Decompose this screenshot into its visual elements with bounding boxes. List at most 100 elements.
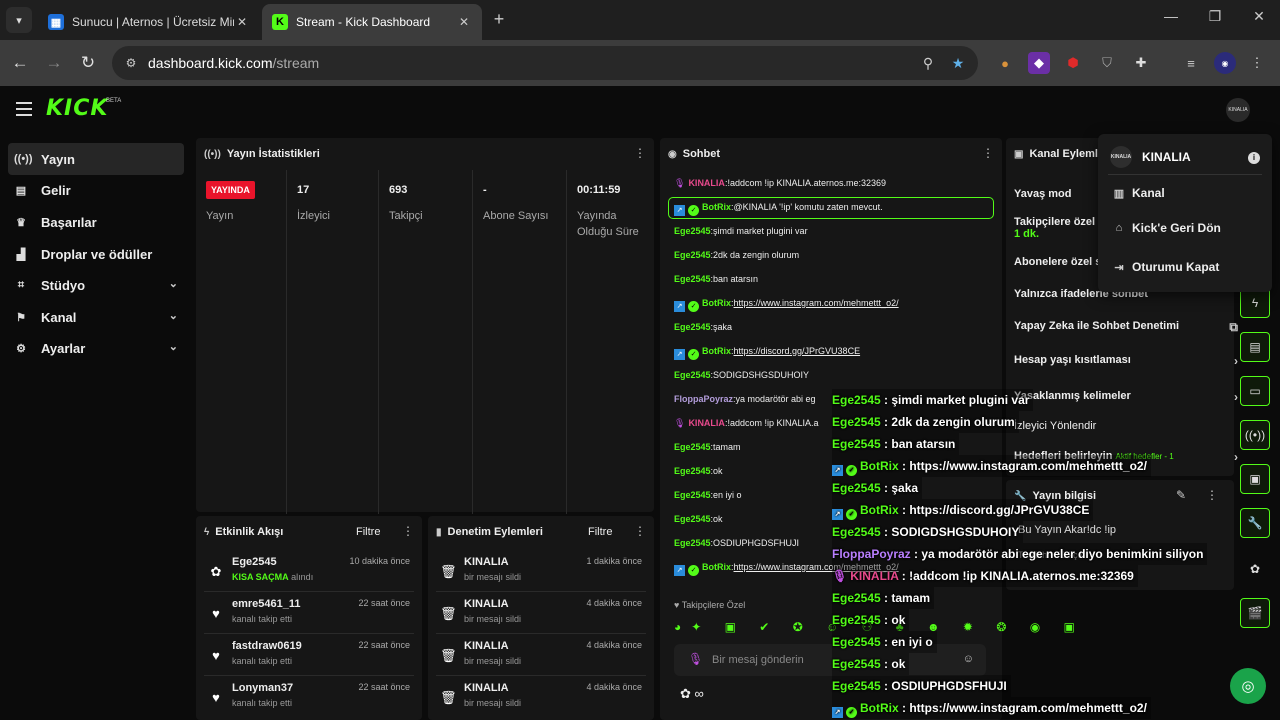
dropdown-header: KINALIA KINALIA bbox=[1110, 146, 1191, 168]
forward-button[interactable]: → bbox=[42, 51, 66, 75]
chevron-right-icon: › bbox=[1234, 354, 1238, 368]
tab-aternos[interactable]: ▦ Sunucu | Aternos | Ücretsiz Mine ✕ bbox=[38, 4, 260, 40]
notes-tool[interactable]: ▤ bbox=[1240, 332, 1270, 362]
restore-icon[interactable]: ❐ bbox=[1204, 8, 1226, 25]
top-bar: KICK BETA KINALIA bbox=[0, 86, 1280, 134]
kick-logo[interactable]: KICK bbox=[46, 96, 108, 121]
chat-message-input[interactable]: 🎙 Bir mesaj gönderin ☺ bbox=[674, 644, 986, 676]
profile-icon[interactable]: ◉ bbox=[1214, 52, 1236, 74]
setting-ai-moderation[interactable]: Yapay Zeka ile Sohbet Denetimi ⧉ bbox=[1014, 320, 1238, 334]
close-icon[interactable]: ✕ bbox=[234, 15, 250, 29]
back-button[interactable]: ← bbox=[8, 51, 32, 75]
sidebar-item-gelir[interactable]: ▤ Gelir bbox=[8, 174, 184, 206]
filter-button[interactable]: Filtre bbox=[588, 526, 612, 538]
bot-badge-icon: ↗ bbox=[832, 707, 843, 718]
zoom-icon[interactable]: ⚲ bbox=[918, 53, 938, 73]
heart-icon: ♥ bbox=[212, 690, 220, 705]
sidebar-item-yayin[interactable]: ((•)) Yayın bbox=[8, 143, 184, 175]
chat-message: Ege2545:ok bbox=[674, 514, 723, 524]
sidebar-item-droplar[interactable]: ▟ Droplar ve ödüller bbox=[8, 238, 184, 270]
sidebar: ((•)) Yayın ▤ Gelir ♛ Başarılar ▟ Droplar ve… bbox=[0, 134, 190, 720]
list-item: ♥ emre5461_11 kanalı takip etti 22 saat … bbox=[204, 592, 414, 634]
bookmark-star-icon[interactable]: ★ bbox=[948, 53, 968, 73]
filter-button[interactable]: Filtre bbox=[356, 526, 380, 538]
overlay-message: Ege2545 : tamam bbox=[832, 587, 935, 609]
verified-icon: ✓ bbox=[688, 205, 699, 216]
chat-message: 🎙 KINALIA:!addcom !ip KINALIA.aternos.me:… bbox=[674, 178, 887, 188]
media-tool[interactable]: ▣ bbox=[1240, 464, 1270, 494]
more-options-icon[interactable]: ⋮ bbox=[402, 525, 414, 537]
setting-account-age[interactable]: Hesap yaşı kısıtlaması › bbox=[1014, 354, 1238, 368]
more-options-icon[interactable]: ⋮ bbox=[634, 147, 646, 159]
minimize-icon[interactable]: — bbox=[1160, 8, 1182, 24]
sidebar-item-basarilar[interactable]: ♛ Başarılar bbox=[8, 206, 184, 238]
emoji-icon[interactable]: ☺ bbox=[963, 653, 974, 665]
new-tab-button[interactable]: + bbox=[488, 8, 510, 30]
bot-badge-icon: ↗ bbox=[674, 349, 685, 360]
external-link-icon: ⧉ bbox=[1229, 320, 1238, 334]
chat-link[interactable]: https://discord.gg/JPrGVU38CE bbox=[734, 346, 861, 356]
cookie-icon[interactable]: ● bbox=[994, 52, 1016, 74]
dropdown-item-logout[interactable]: ⇥ Oturumu Kapat bbox=[1112, 260, 1219, 274]
setting-host-channel[interactable]: İzleyici Yönlendir bbox=[1014, 420, 1230, 432]
shield-icon[interactable]: ⛉ bbox=[1096, 52, 1118, 74]
support-chat-button[interactable]: ◎ bbox=[1230, 668, 1266, 704]
edit-icon[interactable]: ✎ bbox=[1176, 489, 1186, 501]
list-item: 🗑 KINALIA bir mesajı sildi 4 dakika önce bbox=[440, 682, 642, 708]
moderation-panel: ▮ Denetim Eylemleri Filtre ⋮ 🗑 KINALIA b… bbox=[428, 516, 654, 720]
live-badge: YAYINDA bbox=[206, 181, 255, 199]
bot-badge-icon: ↗ bbox=[674, 205, 685, 216]
hamburger-menu-icon[interactable] bbox=[16, 102, 32, 116]
trash-icon: 🗑 bbox=[440, 690, 457, 705]
panel-title: Etkinlik Akışı bbox=[215, 526, 284, 538]
dropdown-item-back-to-kick[interactable]: ⌂ Kick'e Geri Dön bbox=[1112, 221, 1221, 235]
overlay-message: Ege2545 : en iyi o bbox=[832, 631, 937, 653]
media-icon[interactable]: ≡ bbox=[1180, 52, 1202, 74]
chat-tool[interactable]: ▭ bbox=[1240, 376, 1270, 406]
chat-link[interactable]: https://www.instagram.com/mehmettt_o2/ bbox=[734, 298, 899, 308]
more-options-icon[interactable]: ⋮ bbox=[634, 525, 646, 537]
tab-title: Stream - Kick Dashboard bbox=[296, 15, 431, 29]
close-window-icon[interactable]: ✕ bbox=[1248, 8, 1270, 25]
overlay-message: Ege2545 : 2dk da zengin olurum bbox=[832, 411, 1019, 433]
sidebar-item-ayarlar[interactable]: ⚙ Ayarlar ⌄ bbox=[8, 332, 184, 364]
channel-icon: ⚑ bbox=[16, 311, 26, 324]
menu-icon[interactable]: ⋮ bbox=[1246, 52, 1268, 74]
url-text: dashboard.kick.com/stream bbox=[148, 55, 320, 71]
more-options-icon[interactable]: ⋮ bbox=[982, 147, 994, 159]
dropdown-item-kanal[interactable]: ▥ Kanal bbox=[1112, 186, 1165, 200]
address-bar[interactable]: ⚙ dashboard.kick.com/stream bbox=[112, 46, 978, 80]
channel-icon: ▥ bbox=[1113, 187, 1125, 200]
wrench-tool[interactable]: 🔧 bbox=[1240, 508, 1270, 538]
apps-tool[interactable]: ✿ bbox=[1240, 554, 1270, 584]
more-options-icon[interactable]: ⋮ bbox=[1206, 489, 1218, 501]
kick-favicon-icon: K bbox=[272, 14, 288, 30]
reload-button[interactable]: ↻ bbox=[76, 51, 100, 75]
drops-icon: ▟ bbox=[16, 248, 26, 261]
tab-search-button[interactable]: ▾ bbox=[6, 7, 32, 33]
chat-tools-icon[interactable]: ✿ ∞ bbox=[680, 686, 704, 702]
kick-dashboard: KICK BETA KINALIA ((•)) Yayın ▤ Gelir ♛ Baş… bbox=[0, 86, 1280, 720]
stat-live: YAYINDA Yayın bbox=[196, 170, 286, 514]
tab-kick-dashboard[interactable]: K Stream - Kick Dashboard ✕ bbox=[262, 4, 482, 40]
divider bbox=[1108, 174, 1262, 175]
site-info-icon[interactable]: ⚙ bbox=[122, 56, 140, 70]
sidebar-item-kanal[interactable]: ⚑ Kanal ⌄ bbox=[8, 301, 184, 333]
close-icon[interactable]: ✕ bbox=[456, 15, 472, 29]
chat-message: Ege2545:SODIGDSHGSDUHOIY bbox=[674, 370, 810, 380]
chat-message: ↗ ✓ BotRix:https://www.instagram.com/mehme… bbox=[674, 296, 899, 312]
info-icon[interactable]: i bbox=[1248, 152, 1260, 164]
panel-title: Kanal Eylemle bbox=[1029, 148, 1105, 160]
user-avatar[interactable]: KINALIA bbox=[1226, 98, 1250, 122]
bot-badge-icon: ↗ bbox=[674, 301, 685, 312]
setting-banned-words[interactable]: Yasaklanmış kelimeler › bbox=[1014, 390, 1238, 404]
bolt-tool[interactable]: ϟ bbox=[1240, 288, 1270, 318]
purple-extension-icon[interactable]: ◆ bbox=[1028, 52, 1050, 74]
overlay-message: Ege2545 : OSDIUPHGDSFHUJI bbox=[832, 675, 1011, 697]
red-shield-icon[interactable]: ⬢ bbox=[1062, 52, 1084, 74]
sidebar-item-studyo[interactable]: ⌗ Stüdyo ⌄ bbox=[8, 269, 184, 301]
puzzle-icon[interactable]: ✚ bbox=[1130, 52, 1152, 74]
clapper-tool[interactable]: 🎬 bbox=[1240, 598, 1270, 628]
broadcast-tool[interactable]: ((•)) bbox=[1240, 420, 1270, 450]
beta-badge: BETA bbox=[106, 98, 122, 104]
